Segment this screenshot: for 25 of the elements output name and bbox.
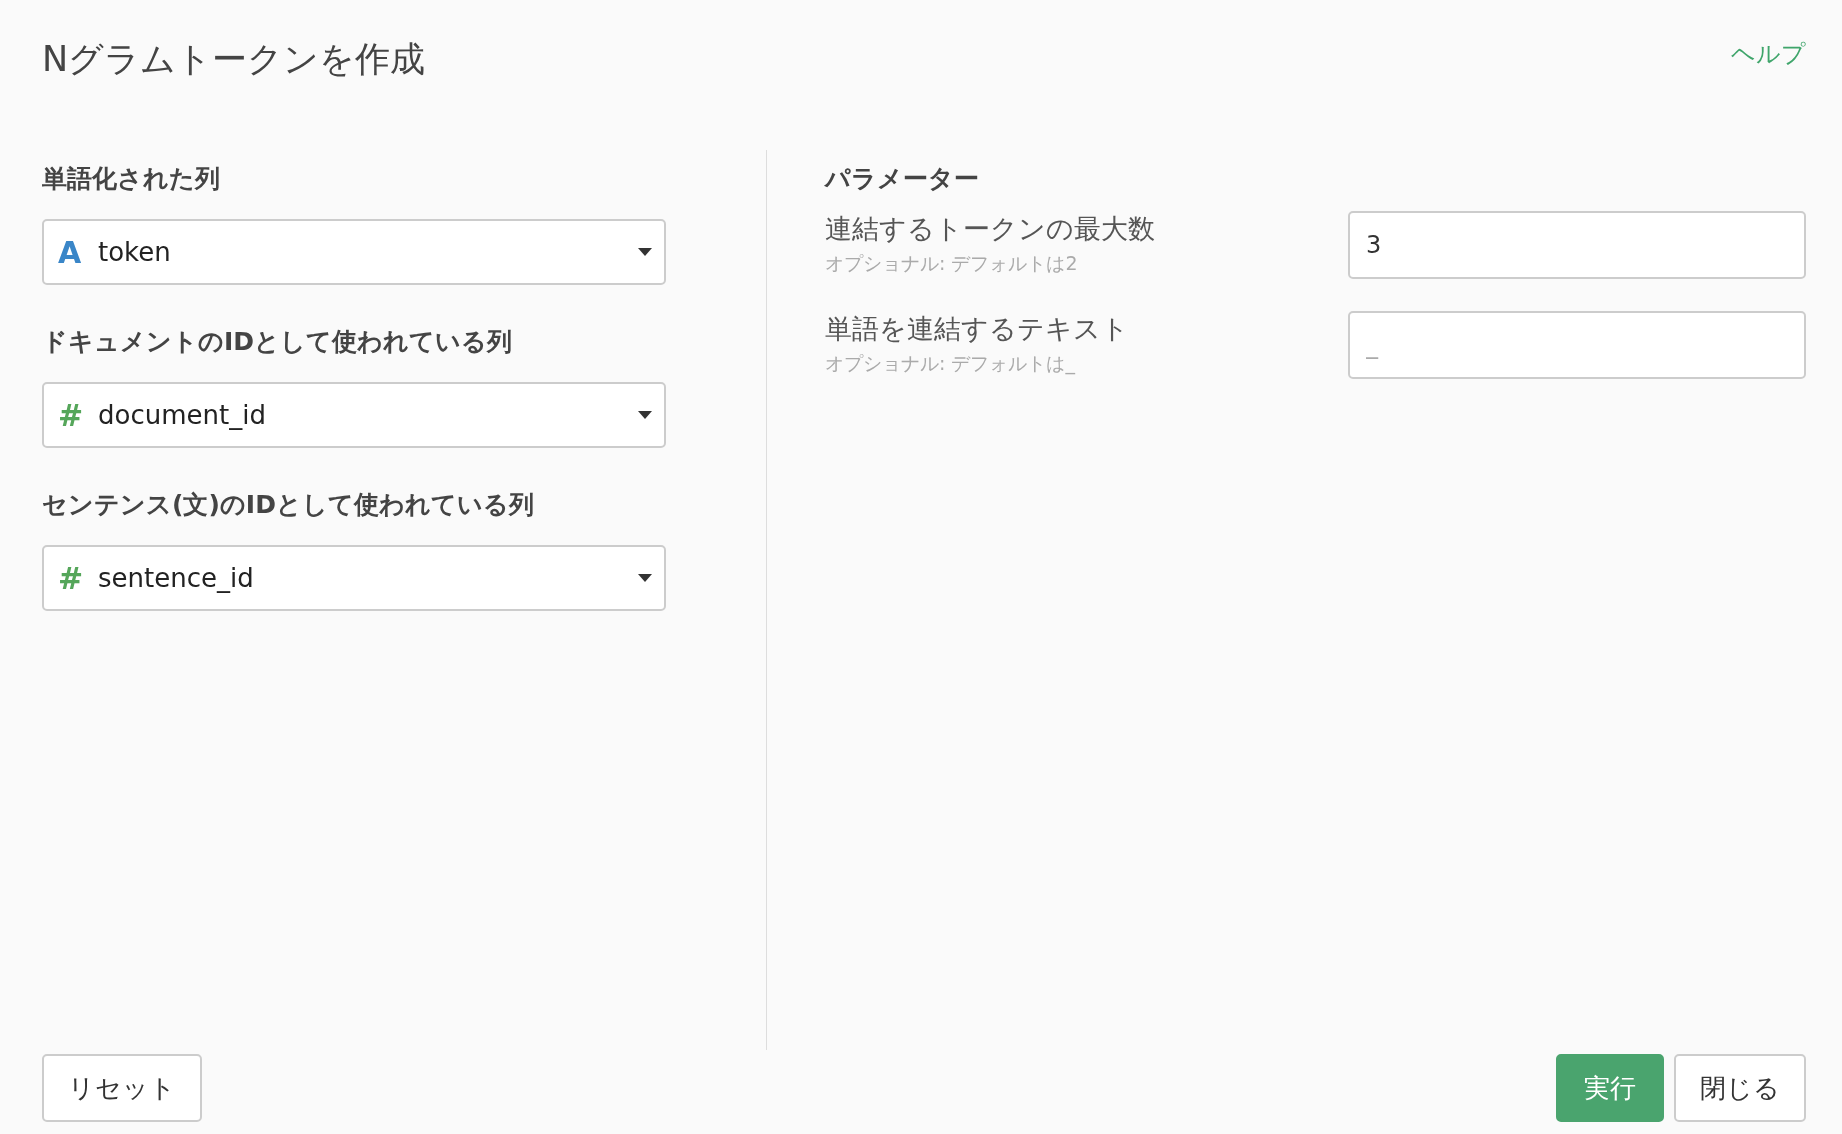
input-field[interactable]: 3 <box>1348 211 1806 279</box>
column-dropdown[interactable]: A token <box>42 219 666 285</box>
dropdown-value: token <box>98 237 172 267</box>
reset-button[interactable]: リセット <box>42 1054 202 1122</box>
input-field[interactable]: _ <box>1348 311 1806 379</box>
caret-icon <box>638 248 652 256</box>
number-type-icon: # <box>58 397 98 433</box>
dialog-title: Nグラムトークンを作成 <box>42 38 426 81</box>
parameter-hint: オプショナル: デフォルトは_ <box>825 351 1077 377</box>
field-label: 単語化された列 <box>42 163 221 195</box>
caret-icon <box>638 411 652 419</box>
field-label: センテンス(文)のIDとして使われている列 <box>42 489 535 521</box>
field-label: ドキュメントのIDとして使われている列 <box>42 326 514 358</box>
number-type-icon: # <box>58 560 98 596</box>
parameter-label: 連結するトークンの最大数 <box>825 212 1156 246</box>
text-type-icon: A <box>58 234 98 270</box>
column-dropdown[interactable]: # document_id <box>42 382 666 448</box>
parameter-hint: オプショナル: デフォルトは2 <box>825 251 1079 276</box>
dropdown-value: document_id <box>98 400 267 430</box>
parameter-label: 単語を連結するテキスト <box>825 312 1130 346</box>
close-button[interactable]: 閉じる <box>1674 1054 1806 1122</box>
section-heading: パラメーター <box>825 163 980 195</box>
caret-icon <box>638 574 652 582</box>
column-dropdown[interactable]: # sentence_id <box>42 545 666 611</box>
dropdown-value: sentence_id <box>98 563 255 593</box>
